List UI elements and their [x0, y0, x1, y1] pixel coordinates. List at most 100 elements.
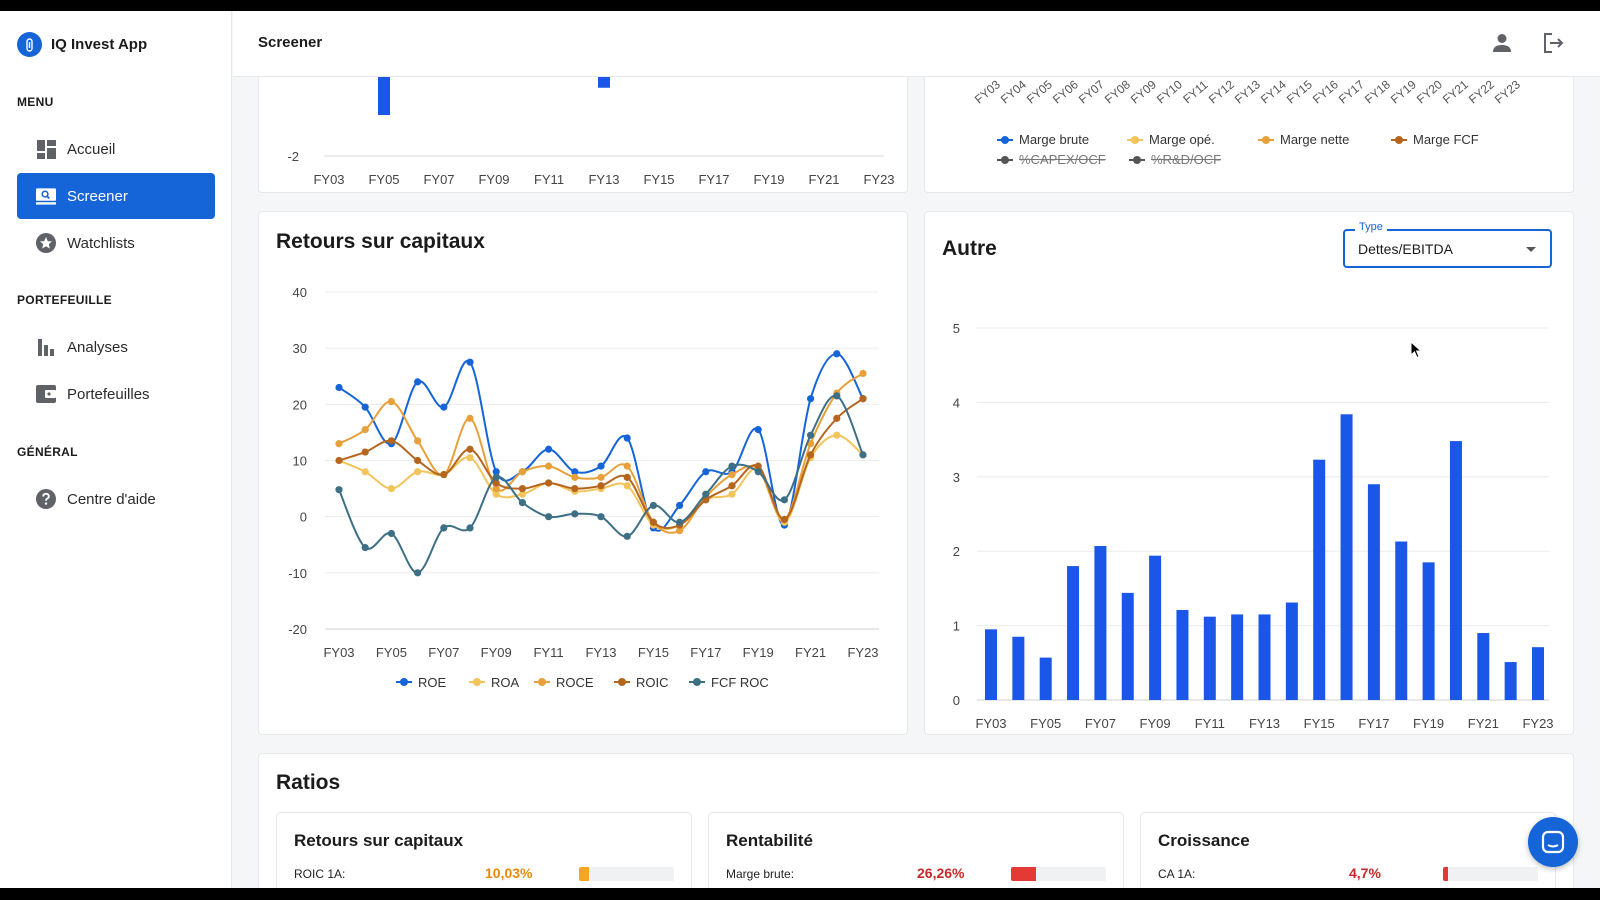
- sidebar-item-portefeuilles[interactable]: Portefeuilles: [17, 371, 215, 417]
- ratio-label: ROIC 1A:: [294, 867, 346, 881]
- point-roce-FY03: [335, 440, 343, 448]
- bar-FY07: [1094, 545, 1107, 700]
- card-title-ratios: Ratios: [276, 771, 341, 794]
- legend-item[interactable]: %CAPEX/OCF: [997, 152, 1106, 167]
- ratio-card-returns[interactable]: Retours sur capitaux ROIC 1A: 10,03%: [276, 812, 692, 888]
- x-tick-label: FY07: [1076, 77, 1107, 106]
- legend-item[interactable]: ROCE: [534, 675, 594, 690]
- point-roe-FY03: [335, 383, 343, 392]
- point-fcf-roc-FY19: [754, 468, 762, 476]
- point-roe-FY16: [676, 501, 684, 510]
- sidebar-item-centre-aide[interactable]: Centre d'aide: [17, 476, 215, 522]
- bar-FY05: [1039, 657, 1052, 700]
- legend-item[interactable]: ROE: [396, 675, 447, 690]
- brand[interactable]: IQ Invest App: [17, 32, 147, 57]
- x-tick-label: FY14: [1258, 77, 1289, 106]
- legend-item[interactable]: Marge brute: [997, 132, 1089, 147]
- bar-FY04: [1012, 636, 1025, 700]
- y-tick-label: 10: [293, 454, 307, 469]
- x-tick-label: FY11: [534, 172, 564, 187]
- app-window: IQ Invest App MENU Accueil Screener Watc…: [0, 11, 1600, 888]
- x-tick-label: FY20: [1414, 77, 1445, 106]
- card-returns-chart: Retours sur capitaux -20 -10 0 10 20 30 40 FY03…: [258, 211, 908, 735]
- ratio-progress-bar: [579, 867, 674, 881]
- ratio-card-growth[interactable]: Croissance CA 1A: 4,7%: [1140, 812, 1556, 888]
- x-tick-label: FY13: [588, 172, 619, 187]
- y-tick-label: 1: [953, 619, 960, 634]
- bar-FY06: [1067, 566, 1080, 700]
- ratio-value: 26,26%: [917, 865, 965, 881]
- bar-FY20: [1449, 441, 1462, 700]
- chat-button[interactable]: [1528, 817, 1578, 867]
- point-fcf-roc-FY09: [492, 473, 500, 481]
- point-roce-FY06: [414, 437, 422, 445]
- point-fcf-roc-FY04: [361, 543, 369, 552]
- point-fcf-roc-FY08: [466, 524, 474, 532]
- x-tick-label: FY09: [1140, 716, 1171, 731]
- ratio-progress-fill: [1011, 867, 1036, 881]
- legend-item[interactable]: ROA: [469, 675, 520, 690]
- x-tick-label: FY23: [1522, 716, 1553, 731]
- ratio-card-profitability[interactable]: Rentabilité Marge brute: 26,26%: [708, 812, 1124, 888]
- bar-FY08: [1121, 592, 1134, 700]
- sidebar-item-label: Screener: [67, 187, 128, 205]
- point-fcf-roc-FY16: [676, 518, 684, 526]
- legend-swatch-dot: [618, 678, 626, 686]
- x-tick-label: FY21: [808, 172, 839, 187]
- legend-item[interactable]: Marge FCF: [1391, 132, 1479, 147]
- sidebar-item-watchlists[interactable]: Watchlists: [17, 220, 215, 266]
- point-roe-FY19: [754, 426, 762, 434]
- point-roe-FY07: [440, 403, 448, 411]
- x-tick-label: FY19: [753, 172, 784, 187]
- x-tick-label: FY13: [1232, 77, 1263, 106]
- x-tick-label: FY17: [698, 172, 729, 187]
- point-roce-FY14: [623, 462, 631, 470]
- legend-item[interactable]: Marge nette: [1258, 132, 1349, 147]
- mouse-cursor-icon: [1410, 341, 1422, 359]
- legend-swatch: [997, 155, 1013, 165]
- point-fcf-roc-FY11: [545, 513, 553, 521]
- point-roa-FY08: [466, 454, 474, 462]
- point-fcf-roc-FY12: [571, 510, 579, 518]
- logout-icon[interactable]: [1540, 30, 1566, 56]
- sidebar-item-label: Accueil: [67, 140, 116, 158]
- legend-item[interactable]: FCF ROC: [689, 675, 769, 690]
- x-tick-label: FY05: [1024, 77, 1055, 106]
- x-tick-label: FY23: [847, 645, 878, 660]
- ratio-value: 4,7%: [1349, 865, 1381, 881]
- series-line-roce: [338, 372, 864, 534]
- legend-item[interactable]: %R&D/OCF: [1129, 152, 1221, 167]
- user-icon[interactable]: [1489, 30, 1515, 56]
- other-bar-chart: 0 1 2 3 4 5 FY03 FY05 FY07 FY09 FY11 FY13 FY15 FY17 FY…: [953, 321, 1554, 731]
- x-tick-label: FY21: [795, 645, 826, 660]
- point-roa-FY06: [414, 468, 422, 476]
- sidebar-item-label: Centre d'aide: [67, 490, 156, 508]
- legend-item[interactable]: Marge opé.: [1127, 132, 1215, 147]
- point-roe-FY11: [545, 445, 553, 453]
- legend-label: ROCE: [556, 675, 594, 690]
- x-tick-label: FY19: [743, 645, 774, 660]
- point-roce-FY23: [859, 369, 867, 378]
- bar-FY16: [1340, 414, 1353, 700]
- point-roe-FY08: [466, 358, 474, 366]
- legend-swatch: [997, 135, 1013, 145]
- point-roce-FY04: [361, 426, 369, 434]
- sidebar-item-analyses[interactable]: Analyses: [17, 324, 215, 370]
- x-tick-label: FY19: [1388, 77, 1419, 106]
- ratio-progress-fill: [1443, 867, 1448, 881]
- bar-FY14: [1285, 602, 1298, 700]
- x-tick-label: FY05: [376, 645, 407, 660]
- sidebar-item-screener[interactable]: Screener: [17, 173, 215, 219]
- point-roic-FY20: [780, 515, 789, 524]
- card-ratios: Ratios Retours sur capitaux ROIC 1A: 10,…: [258, 753, 1574, 888]
- point-roic-FY10: [518, 484, 526, 493]
- sidebar-item-accueil[interactable]: Accueil: [17, 126, 215, 172]
- app-name: IQ Invest App: [51, 36, 148, 53]
- sidebar: IQ Invest App MENU Accueil Screener Watc…: [0, 11, 232, 888]
- legend-item[interactable]: ROIC: [614, 675, 669, 690]
- help-icon: [36, 489, 56, 509]
- page-title: Screener: [258, 34, 323, 51]
- point-roic-FY07: [440, 470, 448, 479]
- x-tick-label: FY03: [313, 172, 344, 187]
- y-tick-label: 40: [293, 285, 307, 300]
